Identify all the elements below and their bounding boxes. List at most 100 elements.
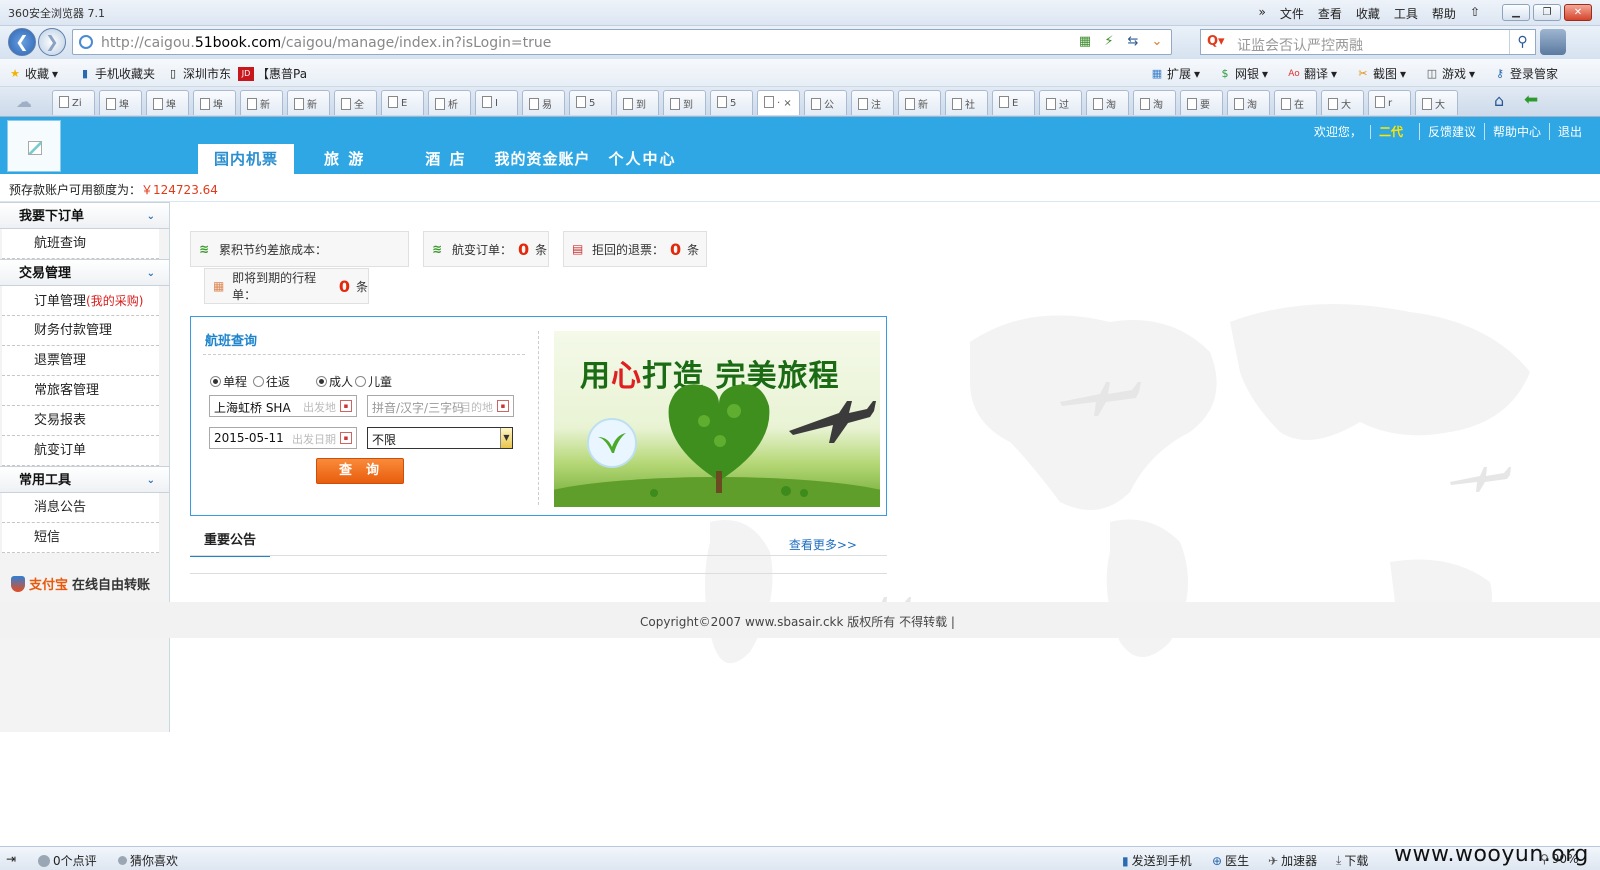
menu-view[interactable]: 查看 [1318, 5, 1342, 22]
home-icon[interactable]: ⌂ [1494, 91, 1504, 110]
tool-extensions[interactable]: ▦ 扩展 ▾ [1150, 65, 1200, 82]
nav-domestic-flights[interactable]: 国内机票 [198, 144, 294, 174]
favorites-mobile[interactable]: ▮ 手机收藏夹 [78, 65, 155, 82]
browser-doctor[interactable]: ⊕ 医生 [1212, 852, 1249, 869]
menu-file[interactable]: 文件 [1280, 5, 1304, 22]
help-center-link[interactable]: 帮助中心 [1483, 123, 1549, 140]
browser-tab[interactable]: E [992, 90, 1035, 115]
url-text[interactable]: http://caigou.51book.com/caigou/manage/i… [101, 35, 551, 51]
browser-tab[interactable]: 全 [334, 90, 377, 115]
browser-tab[interactable]: 易 [522, 90, 565, 115]
stat-expiring-itinerary[interactable]: ▦ 即将到期的行程单： 0 条 [204, 268, 369, 304]
browser-tab[interactable]: 埠 [146, 90, 189, 115]
alipay-transfer-link[interactable]: 支付宝 在线自由转账 [11, 574, 150, 593]
tool-translate[interactable]: Ao 翻译 ▾ [1287, 65, 1337, 82]
search-button[interactable]: ⚲ [1509, 30, 1535, 54]
nav-travel[interactable]: 旅 游 [310, 144, 379, 174]
tool-screenshot[interactable]: ✂ 截图 ▾ [1356, 65, 1406, 82]
adult-radio[interactable] [316, 376, 327, 387]
favorites-item-jd[interactable]: JD 【惠普Pa [238, 65, 307, 82]
menu-tools[interactable]: 工具 [1394, 5, 1418, 22]
child-radio[interactable] [355, 376, 367, 387]
browser-tab[interactable]: 析 [428, 90, 471, 115]
stat-flight-change[interactable]: ≋ 航变订单： 0 条 [423, 231, 549, 267]
sidebar-item-flight-search[interactable]: 航班查询 [2, 229, 159, 259]
one-way-radio[interactable] [210, 376, 221, 387]
browser-tab[interactable]: 社 [945, 90, 988, 115]
sidebar-group-order[interactable]: 我要下订单 ⌄ [0, 202, 169, 229]
sidebar-item-flight-change-orders[interactable]: 航变订单 [2, 436, 159, 466]
browser-tab[interactable]: 大 [1415, 90, 1458, 115]
browser-tab[interactable]: 在 [1274, 90, 1317, 115]
browser-tab[interactable]: 要 [1180, 90, 1223, 115]
qrcode-icon[interactable]: ▦ [1077, 34, 1093, 49]
search-box[interactable]: Q▾ 证监会否认严控两融 ⚲ [1200, 29, 1536, 55]
browser-tab[interactable]: 新 [240, 90, 283, 115]
promo-banner[interactable]: 用心打造 完美旅程 [554, 331, 880, 507]
notice-tab[interactable]: 重要公告 [190, 530, 270, 557]
stat-rejected-refund[interactable]: ▤ 拒回的退票： 0 条 [563, 231, 707, 267]
browser-tab[interactable]: 大 [1321, 90, 1364, 115]
city-picker-icon[interactable]: ▪ [497, 400, 509, 412]
departure-date-field[interactable]: 2015-05-11 出发日期 ▪ [209, 427, 357, 449]
username[interactable]: 二代 [1369, 125, 1411, 139]
nav-fund-account[interactable]: 我的资金账户 [480, 144, 604, 174]
browser-tab[interactable]: 淘 [1227, 90, 1270, 115]
nav-hotel[interactable]: 酒 店 [411, 144, 480, 174]
browser-tab[interactable]: 淘 [1133, 90, 1176, 115]
sidebar-group-trade[interactable]: 交易管理 ⌄ [0, 259, 169, 286]
send-to-phone[interactable]: ▮ 发送到手机 [1122, 852, 1192, 869]
close-window-button[interactable]: ✕ [1564, 4, 1592, 21]
browser-tab[interactable]: I [475, 90, 518, 115]
search-engine-icon[interactable]: Q▾ [1207, 34, 1225, 49]
browser-tab[interactable]: 埠 [99, 90, 142, 115]
dropdown-icon[interactable]: ⌄ [1149, 34, 1165, 49]
browser-tab[interactable]: 新 [898, 90, 941, 115]
lightning-icon[interactable]: ⚡ [1101, 34, 1117, 49]
tool-login-manager[interactable]: ⚷ 登录管家 [1493, 65, 1558, 82]
menu-favorites[interactable]: 收藏 [1356, 5, 1380, 22]
reviews-indicator[interactable]: 0个点评 [38, 852, 97, 869]
browser-tab[interactable]: 淘 [1086, 90, 1129, 115]
calendar-icon[interactable]: ▪ [340, 432, 352, 444]
cloud-icon[interactable]: ☁ [16, 92, 32, 111]
expand-menu-icon[interactable]: » [1259, 5, 1266, 22]
menu-help[interactable]: 帮助 [1432, 5, 1456, 22]
maximize-button[interactable]: ❐ [1533, 4, 1561, 21]
browser-tab[interactable]: · × [757, 90, 800, 115]
sidebar-group-tools[interactable]: 常用工具 ⌄ [0, 466, 169, 493]
city-picker-icon[interactable]: ▪ [340, 400, 352, 412]
browser-tab[interactable]: 到 [616, 90, 659, 115]
tool-banking[interactable]: $ 网银 ▾ [1218, 65, 1269, 82]
feedback-link[interactable]: 反馈建议 [1418, 123, 1484, 140]
departure-city-field[interactable]: 上海虹桥 SHA 出发地 ▪ [209, 395, 357, 417]
chevron-down-icon[interactable]: ▼ [500, 428, 512, 448]
favorites-menu[interactable]: ★ 收藏 ▾ [8, 65, 58, 82]
refresh-icon[interactable]: ⇆ [1125, 34, 1141, 49]
browser-tab[interactable]: 埠 [193, 90, 236, 115]
browser-tab[interactable]: 5 [710, 90, 753, 115]
browser-tab[interactable]: r [1368, 90, 1411, 115]
tool-games[interactable]: ◫ 游戏 ▾ [1425, 65, 1475, 82]
zoom-level[interactable]: ⚲ 90% [1540, 852, 1578, 866]
browser-tab[interactable]: Zi [52, 90, 95, 115]
account-avatar-button[interactable] [1540, 29, 1566, 55]
browser-tab[interactable]: 注 [851, 90, 894, 115]
sidebar-item-reports[interactable]: 交易报表 [2, 406, 159, 436]
logout-link[interactable]: 退出 [1548, 123, 1590, 140]
shirt-skin-icon[interactable]: ⇧ [1470, 5, 1480, 22]
accelerator[interactable]: ✈ 加速器 [1268, 852, 1317, 869]
undo-close-tab-icon[interactable]: ⬅ [1524, 90, 1538, 110]
round-trip-radio[interactable] [253, 376, 265, 387]
browser-tab[interactable]: 5 [569, 90, 612, 115]
downloads[interactable]: ⤓ 下载 [1336, 852, 1368, 869]
query-button[interactable]: 查询 [316, 458, 404, 484]
arrival-city-field[interactable]: 拼音/汉字/三字码 目的地 ▪ [367, 395, 514, 417]
airline-select[interactable]: 不限 ▼ [367, 427, 513, 449]
sidebar-toggle-icon[interactable]: ⇥ [6, 852, 16, 866]
notice-more-link[interactable]: 查看更多>> [789, 536, 857, 553]
sidebar-item-sms[interactable]: 短信 [2, 523, 159, 553]
sidebar-item-order-management[interactable]: 订单管理(我的采购) [2, 286, 159, 316]
nav-personal-center[interactable]: 个人中心 [604, 144, 690, 174]
sidebar-item-frequent-travelers[interactable]: 常旅客管理 [2, 376, 159, 406]
